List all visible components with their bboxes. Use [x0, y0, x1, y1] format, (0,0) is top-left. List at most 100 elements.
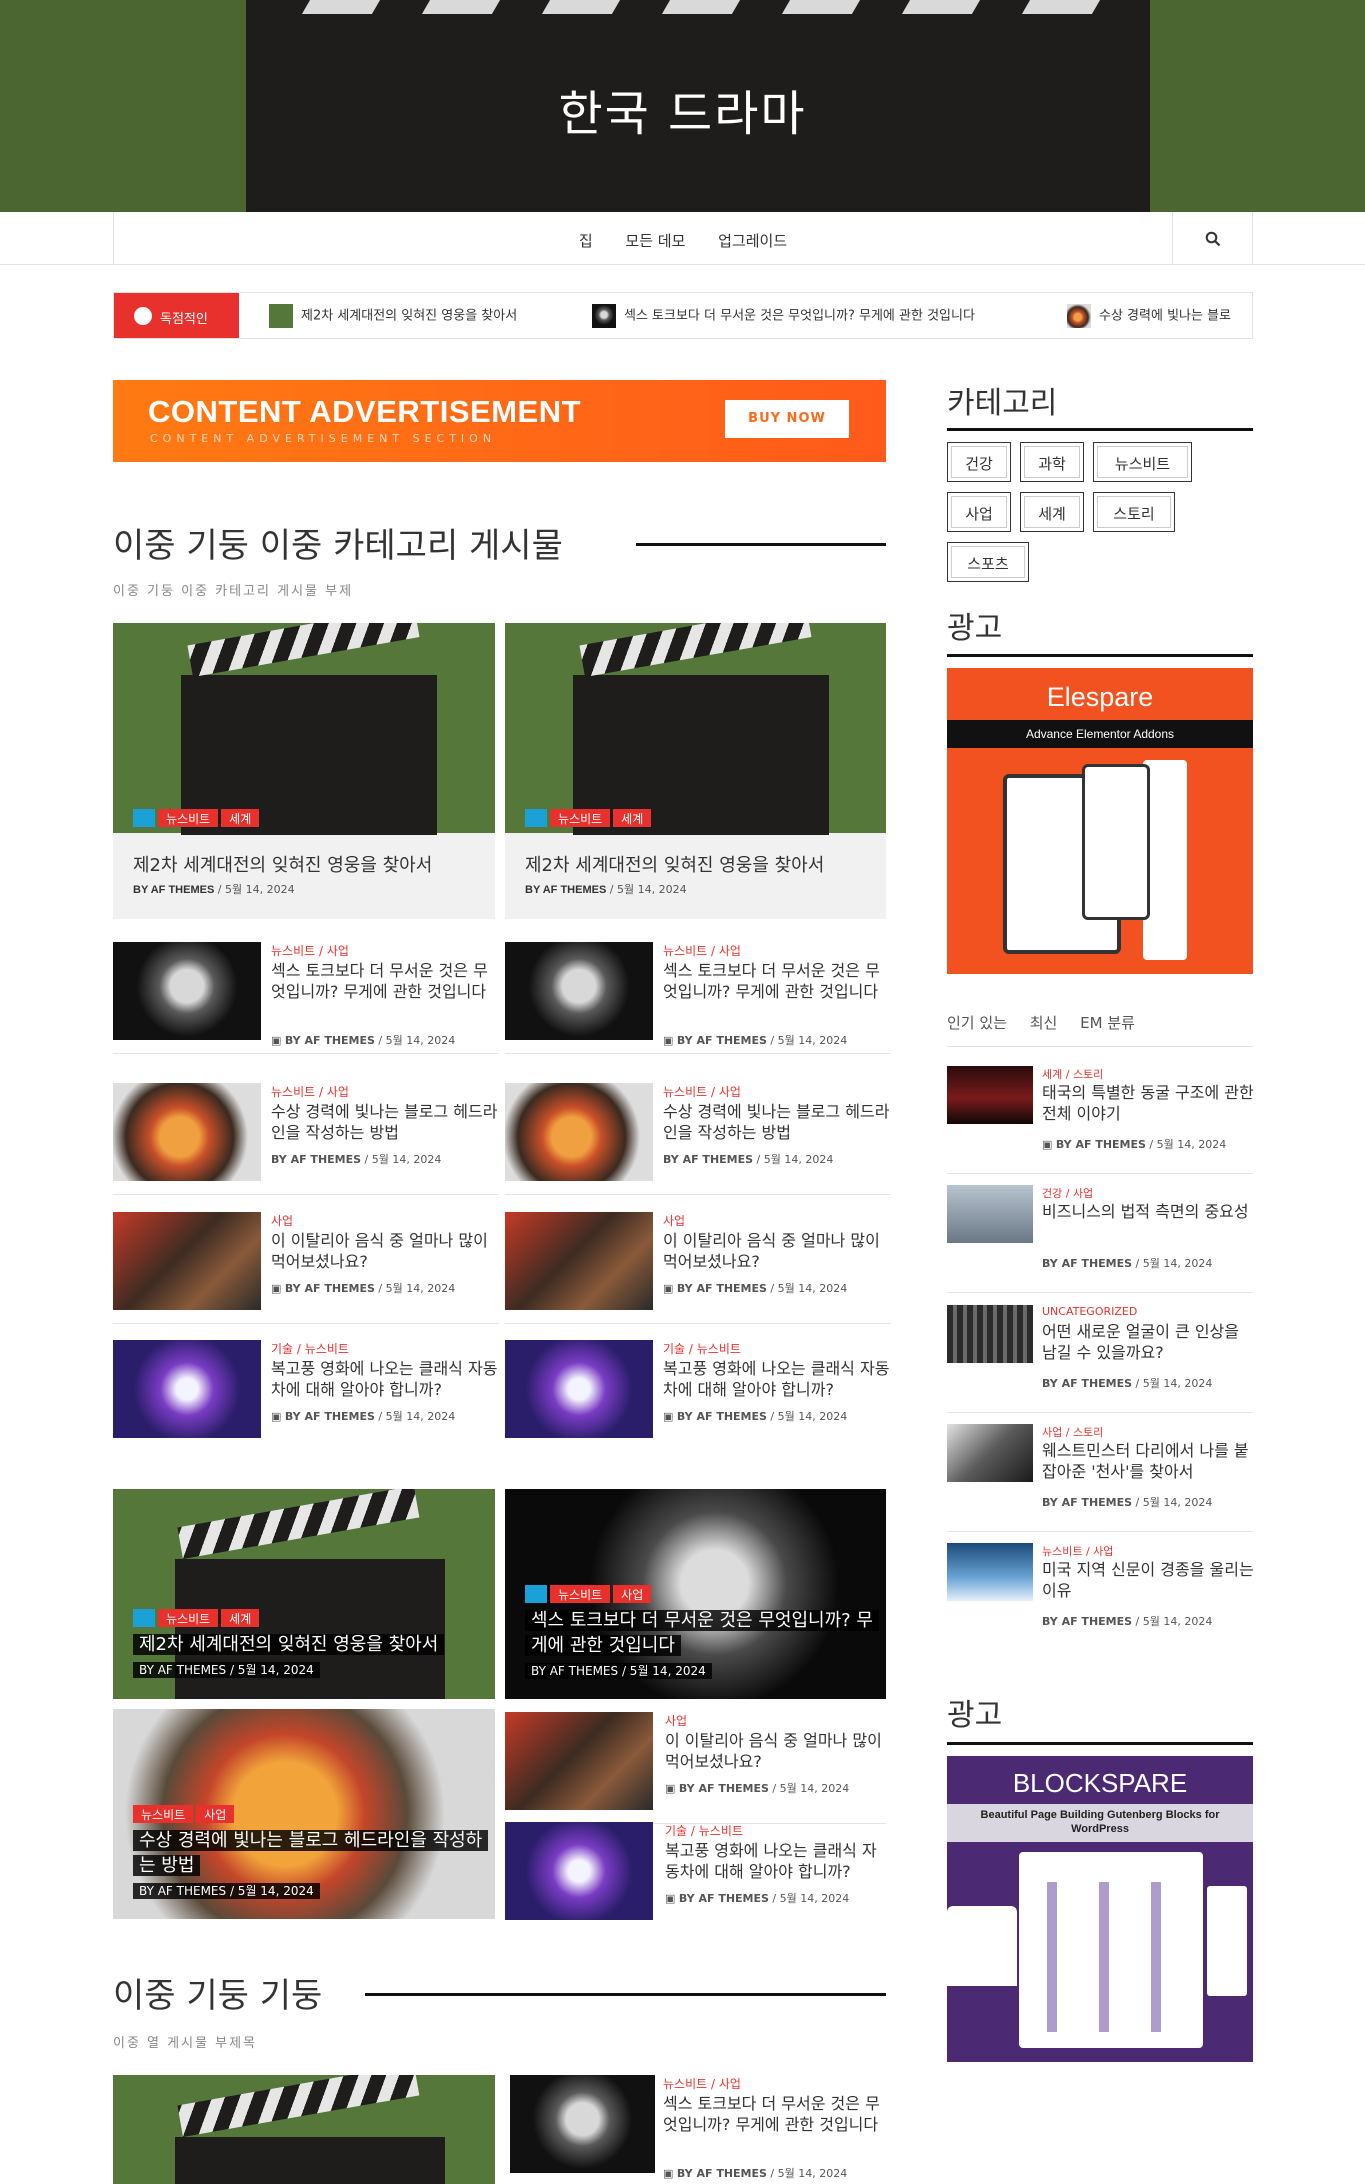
post-author[interactable]: BY AF THEMES [1042, 1615, 1132, 1628]
category-tag[interactable]: 뉴스비트 [550, 1585, 611, 1603]
post-categories[interactable]: 건강 / 사업 [1042, 1185, 1093, 1201]
post-author[interactable]: BY AF THEMES [285, 1282, 375, 1295]
post-categories[interactable]: 사업 [663, 1212, 685, 1229]
post-categories[interactable]: 뉴스비트 / 사업 [271, 942, 349, 959]
category-tag[interactable]: 세계 [613, 809, 652, 827]
post-image[interactable]: 뉴스비트 세계 [113, 623, 495, 835]
post-thumbnail[interactable] [505, 942, 653, 1040]
list-item[interactable]: 기술 / 뉴스비트 복고풍 영화에 나오는 클래식 자동차에 대해 알아야 합니… [505, 1822, 886, 1940]
post-categories[interactable]: 세계 / 스토리 [1042, 1066, 1103, 1082]
post-author[interactable]: BY AF THEMES [677, 2167, 767, 2180]
post-categories[interactable]: 기술 / 뉴스비트 [663, 1340, 741, 1357]
post-categories[interactable]: 기술 / 뉴스비트 [665, 1822, 743, 1839]
post-title[interactable]: 어떤 새로운 얼굴이 큰 인상을 남길 수 있을까요? [1042, 1321, 1254, 1363]
nav-item-all-demos[interactable]: 모든 데모 [625, 232, 685, 250]
site-title[interactable]: 한국 드라마 [0, 74, 1365, 144]
post-author[interactable]: BY AF THEMES [679, 1892, 769, 1905]
post-thumbnail[interactable] [113, 1083, 261, 1181]
list-item[interactable]: 뉴스비트 / 사업 수상 경력에 빛나는 블로그 헤드라인을 작성하는 방법 B… [505, 1083, 891, 1201]
featured-post-card[interactable] [113, 2075, 495, 2184]
post-thumbnail[interactable] [505, 1083, 653, 1181]
post-categories[interactable]: 기술 / 뉴스비트 [271, 1340, 349, 1357]
post-title[interactable]: 제2차 세계대전의 잊혀진 영웅을 찾아서 [133, 851, 432, 877]
post-categories[interactable]: 뉴스비트 / 사업 [1042, 1543, 1113, 1559]
post-author[interactable]: BY AF THEMES [1042, 1377, 1132, 1390]
post-thumbnail[interactable] [505, 1712, 653, 1810]
ticker-item[interactable]: 제2차 세계대전의 잊혀진 영웅을 찾아서 [269, 304, 517, 328]
post-categories[interactable]: 뉴스비트 / 사업 [663, 1083, 741, 1100]
category-button[interactable]: 사업 [947, 492, 1011, 532]
category-tag[interactable]: 뉴스비트 [158, 1609, 219, 1627]
post-author[interactable]: BY AF THEMES [1056, 1138, 1146, 1151]
category-button[interactable]: 뉴스비트 [1093, 442, 1192, 482]
post-title[interactable]: 제2차 세계대전의 잊혀진 영웅을 찾아서 [133, 1634, 445, 1655]
category-tag[interactable]: 뉴스비트 [133, 1805, 194, 1823]
post-thumbnail[interactable] [505, 1212, 653, 1310]
list-item[interactable]: 기술 / 뉴스비트 복고풍 영화에 나오는 클래식 자동차에 대해 알아야 합니… [505, 1340, 891, 1458]
grid-post-tile[interactable]: 뉴스비트 사업 섹스 토크보다 더 무서운 것은 무엇입니까? 무게에 관한 것입… [505, 1489, 886, 1699]
post-categories[interactable]: 뉴스비트 / 사업 [663, 2075, 741, 2092]
sidebar-post[interactable]: 세계 / 스토리 태국의 특별한 동굴 구조에 관한 전체 이야기 ▣ BY A… [947, 1066, 1254, 1184]
post-author[interactable]: BY AF THEMES [663, 1153, 753, 1166]
post-title[interactable]: 비즈니스의 법적 측면의 중요성 [1042, 1201, 1254, 1222]
search-button[interactable] [1172, 212, 1252, 265]
post-thumbnail[interactable] [113, 942, 261, 1040]
post-title[interactable]: 수상 경력에 빛나는 블로그 헤드라인을 작성하는 방법 [271, 1101, 499, 1143]
post-thumbnail[interactable] [947, 1305, 1033, 1363]
post-title[interactable]: 섹스 토크보다 더 무서운 것은 무엇입니까? 무게에 관한 것입니다 [525, 1610, 879, 1656]
featured-post-card[interactable]: 뉴스비트 세계 제2차 세계대전의 잊혀진 영웅을 찾아서 BY AF THEME… [113, 623, 495, 919]
post-author[interactable]: BY AF THEMES [1042, 1496, 1132, 1509]
post-title[interactable]: 복고풍 영화에 나오는 클래식 자동차에 대해 알아야 합니까? [271, 1358, 499, 1400]
category-tag[interactable]: 사업 [613, 1585, 652, 1603]
post-title[interactable]: 섹스 토크보다 더 무서운 것은 무엇입니까? 무게에 관한 것입니다 [663, 2093, 891, 2135]
grid-post-tile[interactable]: 뉴스비트 세계 제2차 세계대전의 잊혀진 영웅을 찾아서 BY AF THEME… [113, 1489, 495, 1699]
post-author[interactable]: BY AF THEMES [133, 884, 214, 896]
post-thumbnail[interactable] [113, 1340, 261, 1438]
elespare-ad-banner[interactable]: Elespare Advance Elementor Addons [947, 668, 1253, 974]
sidebar-post[interactable]: 뉴스비트 / 사업 미국 지역 신문이 경종을 울리는 이유 BY AF THE… [947, 1543, 1254, 1661]
ticker-item[interactable]: 섹스 토크보다 더 무서운 것은 무엇입니까? 무게에 관한 것입니다 [592, 304, 975, 328]
category-tag[interactable]: 뉴스비트 [158, 809, 219, 827]
post-image[interactable]: 뉴스비트 세계 [505, 623, 886, 835]
post-author[interactable]: BY AF THEMES [677, 1034, 767, 1047]
post-author[interactable]: BY AF THEMES [285, 1034, 375, 1047]
post-thumbnail[interactable] [505, 1340, 653, 1438]
post-thumbnail[interactable] [947, 1066, 1033, 1124]
tab-latest[interactable]: 최신 [1030, 1014, 1058, 1032]
list-item[interactable]: 사업 이 이탈리아 음식 중 얼마나 많이 먹어보셨나요? ▣ BY AF TH… [113, 1212, 499, 1330]
post-title[interactable]: 수상 경력에 빛나는 블로그 헤드라인을 작성하는 방법 [663, 1101, 891, 1143]
category-button[interactable]: 스포츠 [947, 542, 1029, 582]
category-tag[interactable]: 뉴스비트 [550, 809, 611, 827]
tab-popular[interactable]: 인기 있는 [947, 1014, 1007, 1032]
content-advertisement-banner[interactable]: CONTENT ADVERTISEMENT CONTENT ADVERTISEM… [113, 380, 886, 462]
post-thumbnail[interactable] [505, 1822, 653, 1920]
sidebar-post[interactable]: 건강 / 사업 비즈니스의 법적 측면의 중요성 BY AF THEMES / … [947, 1185, 1253, 1303]
post-categories[interactable]: 사업 [665, 1712, 687, 1729]
sidebar-post[interactable]: 사업 / 스토리 웨스트민스터 다리에서 나를 붙잡아준 '천사'를 찾아서 B… [947, 1424, 1253, 1542]
post-author[interactable]: BY AF THEMES [285, 1410, 375, 1423]
post-title[interactable]: 이 이탈리아 음식 중 얼마나 많이 먹어보셨나요? [663, 1230, 891, 1272]
category-button[interactable]: 스토리 [1093, 492, 1175, 532]
featured-post-card[interactable]: 뉴스비트 세계 제2차 세계대전의 잊혀진 영웅을 찾아서 BY AF THEME… [505, 623, 886, 919]
sidebar-post[interactable]: UNCATEGORIZED 어떤 새로운 얼굴이 큰 인상을 남길 수 있을까요… [947, 1305, 1253, 1423]
blockspare-ad-banner[interactable]: BLOCKSPARE Beautiful Page Building Guten… [947, 1756, 1253, 2062]
post-author[interactable]: BY AF THEMES [271, 1153, 361, 1166]
post-title[interactable]: 웨스트민스터 다리에서 나를 붙잡아준 '천사'를 찾아서 [1042, 1440, 1254, 1482]
post-thumbnail[interactable] [947, 1543, 1033, 1601]
grid-post-tile[interactable]: 뉴스비트 사업 수상 경력에 빛나는 블로그 헤드라인을 작성하는 방법 BY A… [113, 1709, 495, 1919]
post-thumbnail[interactable] [510, 2075, 655, 2173]
post-title[interactable]: 섹스 토크보다 더 무서운 것은 무엇입니까? 무게에 관한 것입니다 [663, 960, 891, 1002]
buy-now-button[interactable]: BUY NOW [725, 400, 849, 438]
list-item[interactable]: 기술 / 뉴스비트 복고풍 영화에 나오는 클래식 자동차에 대해 알아야 합니… [113, 1340, 499, 1458]
post-author[interactable]: BY AF THEMES [679, 1782, 769, 1795]
post-thumbnail[interactable] [947, 1424, 1033, 1482]
list-item[interactable]: 뉴스비트 / 사업 섹스 토크보다 더 무서운 것은 무엇입니까? 무게에 관한… [510, 2075, 886, 2184]
category-button[interactable]: 과학 [1020, 442, 1084, 482]
list-item[interactable]: 뉴스비트 / 사업 섹스 토크보다 더 무서운 것은 무엇입니까? 무게에 관한… [113, 942, 499, 1060]
post-categories[interactable]: UNCATEGORIZED [1042, 1305, 1137, 1318]
post-categories[interactable]: 뉴스비트 / 사업 [271, 1083, 349, 1100]
post-title[interactable]: 복고풍 영화에 나오는 클래식 자동차에 대해 알아야 합니까? [663, 1358, 891, 1400]
category-tag[interactable]: 세계 [221, 809, 260, 827]
nav-item-home[interactable]: 집 [579, 232, 593, 250]
post-title[interactable]: 이 이탈리아 음식 중 얼마나 많이 먹어보셨나요? [271, 1230, 499, 1272]
